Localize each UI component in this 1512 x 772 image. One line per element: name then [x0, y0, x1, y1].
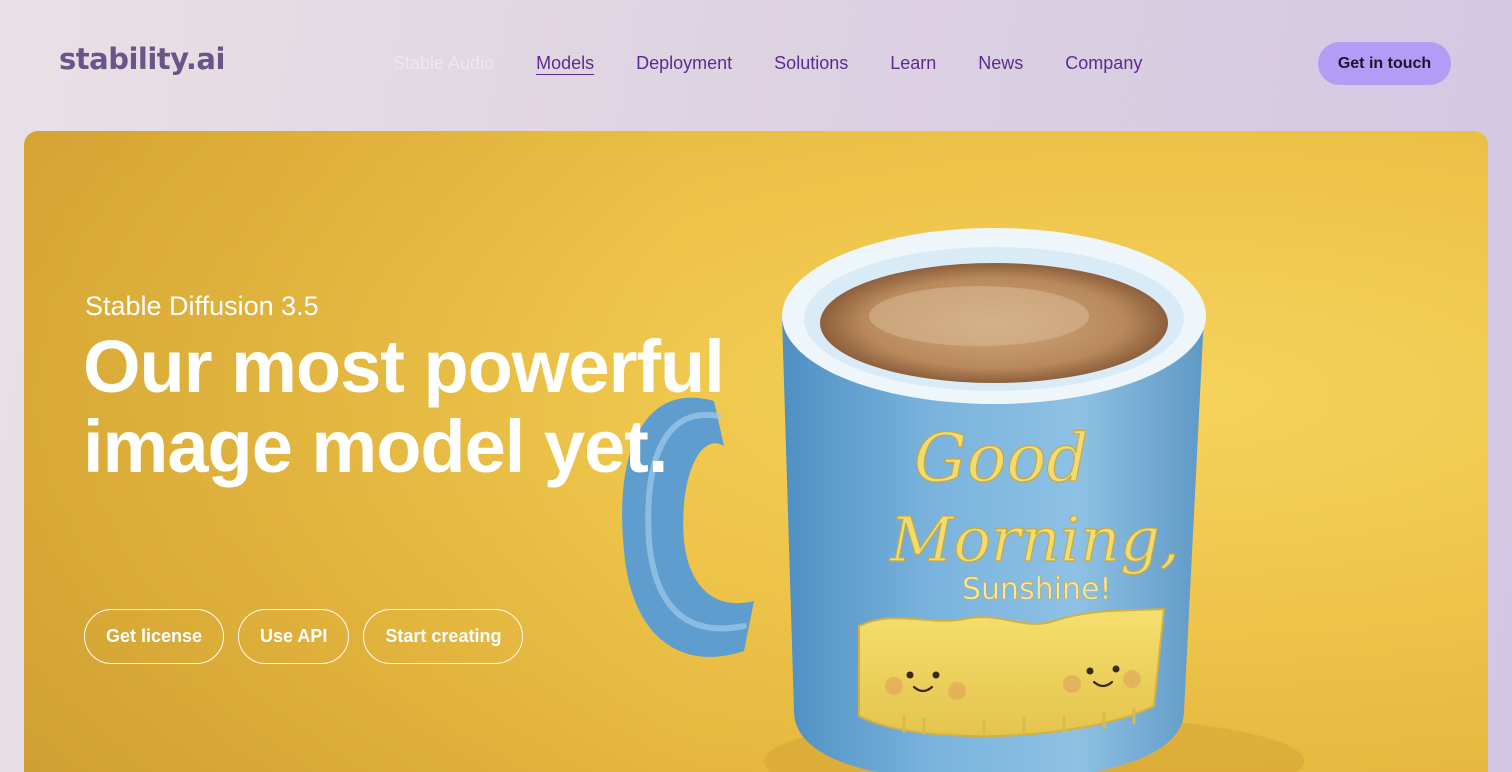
mug-text-line2: Morning, [889, 503, 1180, 576]
hero-banner: Good Morning, Sunshine! Stable Diffusion… [24, 131, 1488, 772]
stability-logo[interactable]: stability.ai [59, 42, 225, 76]
nav-item-solutions[interactable]: Solutions [774, 52, 848, 76]
nav-item-deployment[interactable]: Deployment [636, 52, 732, 76]
get-license-button[interactable]: Get license [84, 609, 225, 664]
nav-item-stable-audio[interactable]: Stable Audio [393, 52, 494, 76]
mug-text-line1: Good [914, 420, 1088, 497]
mug-text-line3: Sunshine! [962, 572, 1112, 607]
nav-item-company[interactable]: Company [1065, 52, 1142, 76]
start-creating-button[interactable]: Start creating [363, 609, 524, 664]
hero-headline: Our most powerful image model yet. [83, 325, 725, 488]
main-nav: Stable Audio Models Deployment Solutions… [393, 52, 1142, 76]
nav-item-learn[interactable]: Learn [890, 52, 936, 76]
nav-item-news[interactable]: News [978, 52, 1023, 76]
get-in-touch-button[interactable]: Get in touch [1318, 42, 1451, 85]
use-api-button[interactable]: Use API [238, 609, 350, 664]
nav-item-models[interactable]: Models [536, 52, 594, 76]
hero-eyebrow: Stable Diffusion 3.5 [85, 291, 319, 321]
hero-button-group: Get license Use API Start creating [84, 609, 524, 664]
